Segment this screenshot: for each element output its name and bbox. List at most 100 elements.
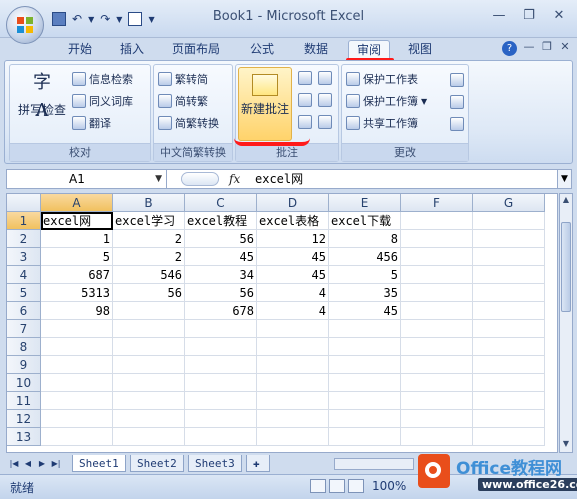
- row-header-13[interactable]: 13: [7, 428, 41, 446]
- tab-page-layout[interactable]: 页面布局: [166, 40, 226, 60]
- cell-g7[interactable]: [473, 320, 545, 338]
- cell-d8[interactable]: [257, 338, 329, 356]
- cell-b9[interactable]: [113, 356, 185, 374]
- close-icon[interactable]: ✕: [547, 6, 571, 24]
- translate-button[interactable]: 翻译: [72, 113, 111, 133]
- row-header-12[interactable]: 12: [7, 410, 41, 428]
- cell-c1[interactable]: excel教程: [185, 212, 257, 230]
- column-header-b[interactable]: B: [113, 194, 185, 212]
- cell-d1[interactable]: excel表格: [257, 212, 329, 230]
- research-button[interactable]: 信息检索: [72, 69, 133, 89]
- cell-d9[interactable]: [257, 356, 329, 374]
- cell-d11[interactable]: [257, 392, 329, 410]
- next-sheet-icon[interactable]: ▶: [36, 457, 48, 471]
- cell-b4[interactable]: 546: [113, 266, 185, 284]
- cell-g3[interactable]: [473, 248, 545, 266]
- wb-restore-icon[interactable]: ❐: [541, 40, 553, 53]
- cell-c6[interactable]: 678: [185, 302, 257, 320]
- column-header-c[interactable]: C: [185, 194, 257, 212]
- cell-g1[interactable]: [473, 212, 545, 230]
- tab-insert[interactable]: 插入: [112, 40, 152, 60]
- minimize-icon[interactable]: —: [487, 6, 511, 24]
- cell-b12[interactable]: [113, 410, 185, 428]
- sheet-tab-sheet2[interactable]: Sheet2: [130, 455, 184, 472]
- cell-e12[interactable]: [329, 410, 401, 428]
- cell-c7[interactable]: [185, 320, 257, 338]
- cell-a8[interactable]: [41, 338, 113, 356]
- cell-a13[interactable]: [41, 428, 113, 446]
- cell-d7[interactable]: [257, 320, 329, 338]
- cell-c10[interactable]: [185, 374, 257, 392]
- cell-e11[interactable]: [329, 392, 401, 410]
- cell-g9[interactable]: [473, 356, 545, 374]
- row-header-7[interactable]: 7: [7, 320, 41, 338]
- cell-b10[interactable]: [113, 374, 185, 392]
- cell-c11[interactable]: [185, 392, 257, 410]
- cell-c5[interactable]: 56: [185, 284, 257, 302]
- track-changes-icon[interactable]: [450, 117, 464, 131]
- expand-formula-bar-icon[interactable]: ▼: [557, 170, 571, 188]
- row-header-1[interactable]: 1: [7, 212, 41, 230]
- convert-button[interactable]: 简繁转换: [158, 113, 219, 133]
- cell-d13[interactable]: [257, 428, 329, 446]
- show-comment-icon[interactable]: [318, 93, 332, 107]
- cell-e6[interactable]: 45: [329, 302, 401, 320]
- page-layout-view-icon[interactable]: [329, 479, 345, 493]
- previous-comment-icon[interactable]: [318, 71, 332, 85]
- cell-e10[interactable]: [329, 374, 401, 392]
- row-header-10[interactable]: 10: [7, 374, 41, 392]
- cell-b2[interactable]: 2: [113, 230, 185, 248]
- cell-b8[interactable]: [113, 338, 185, 356]
- vertical-scrollbar[interactable]: ▲ ▼: [559, 193, 573, 453]
- page-break-view-icon[interactable]: [348, 479, 364, 493]
- column-header-g[interactable]: G: [473, 194, 545, 212]
- cell-f7[interactable]: [401, 320, 473, 338]
- to-traditional-button[interactable]: 简转繁: [158, 91, 208, 111]
- cell-b3[interactable]: 2: [113, 248, 185, 266]
- row-header-8[interactable]: 8: [7, 338, 41, 356]
- row-header-11[interactable]: 11: [7, 392, 41, 410]
- zoom-level[interactable]: 100%: [372, 479, 406, 493]
- cell-b1[interactable]: excel学习: [113, 212, 185, 230]
- cell-f12[interactable]: [401, 410, 473, 428]
- cell-a11[interactable]: [41, 392, 113, 410]
- tab-view[interactable]: 视图: [400, 40, 440, 60]
- cell-d5[interactable]: 4: [257, 284, 329, 302]
- cell-f8[interactable]: [401, 338, 473, 356]
- cell-d10[interactable]: [257, 374, 329, 392]
- delete-comment-icon[interactable]: [298, 71, 312, 85]
- cell-a6[interactable]: 98: [41, 302, 113, 320]
- cell-g2[interactable]: [473, 230, 545, 248]
- select-all-corner[interactable]: [7, 194, 41, 212]
- row-header-2[interactable]: 2: [7, 230, 41, 248]
- cell-e7[interactable]: [329, 320, 401, 338]
- cell-e1[interactable]: excel下载: [329, 212, 401, 230]
- protect-workbook-button[interactable]: 保护工作簿 ▼: [346, 91, 427, 111]
- thesaurus-button[interactable]: 同义词库: [72, 91, 133, 111]
- cell-c13[interactable]: [185, 428, 257, 446]
- cell-e3[interactable]: 456: [329, 248, 401, 266]
- cell-a7[interactable]: [41, 320, 113, 338]
- cell-d12[interactable]: [257, 410, 329, 428]
- cell-f5[interactable]: [401, 284, 473, 302]
- protect-share-icon[interactable]: [450, 95, 464, 109]
- cell-g12[interactable]: [473, 410, 545, 428]
- cell-c8[interactable]: [185, 338, 257, 356]
- last-sheet-icon[interactable]: ▶|: [50, 457, 62, 471]
- cell-c4[interactable]: 34: [185, 266, 257, 284]
- row-header-9[interactable]: 9: [7, 356, 41, 374]
- cell-f11[interactable]: [401, 392, 473, 410]
- cell-f9[interactable]: [401, 356, 473, 374]
- column-header-f[interactable]: F: [401, 194, 473, 212]
- cell-a5[interactable]: 5313: [41, 284, 113, 302]
- cell-c2[interactable]: 56: [185, 230, 257, 248]
- cell-c9[interactable]: [185, 356, 257, 374]
- tab-review[interactable]: 审阅: [348, 40, 390, 60]
- sheet-tab-sheet3[interactable]: Sheet3: [188, 455, 242, 472]
- cell-e9[interactable]: [329, 356, 401, 374]
- cell-g5[interactable]: [473, 284, 545, 302]
- cell-d3[interactable]: 45: [257, 248, 329, 266]
- tab-home[interactable]: 开始: [60, 40, 100, 60]
- name-box[interactable]: A1 ▼: [7, 170, 167, 188]
- formula-input[interactable]: excel网: [255, 170, 303, 188]
